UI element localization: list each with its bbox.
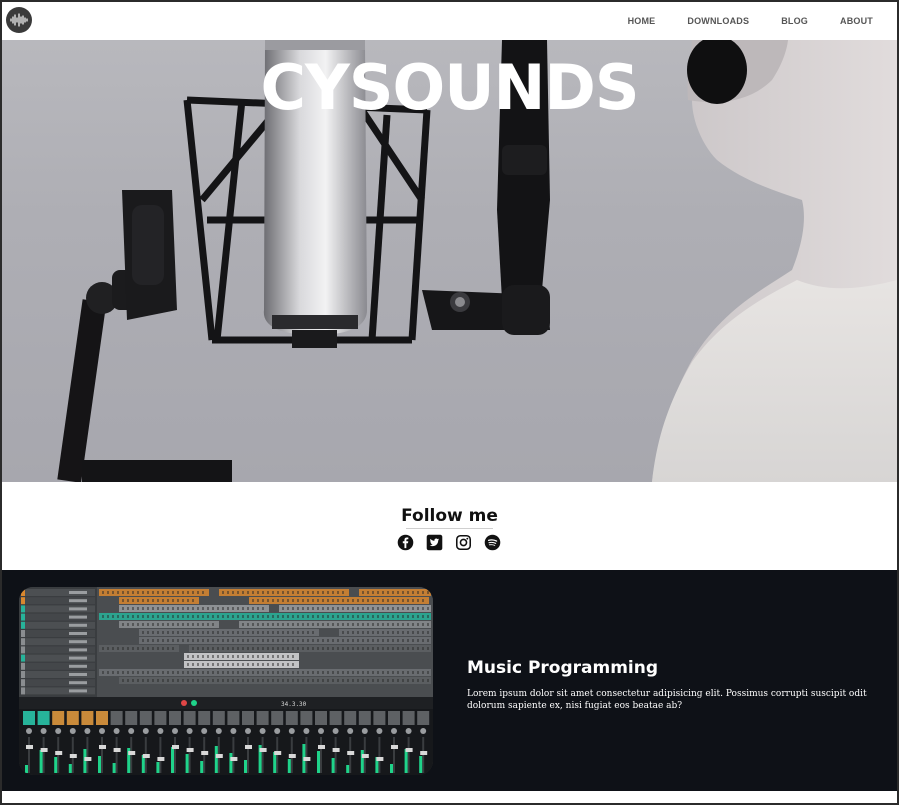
music-description: Lorem ipsum dolor sit amet consectetur a… <box>467 689 867 711</box>
nav-home-link[interactable]: HOME <box>628 16 656 26</box>
hero-banner: CYSOUNDS <box>2 40 897 482</box>
instagram-icon[interactable] <box>455 534 472 551</box>
nav-blog-link[interactable]: BLOG <box>781 16 808 26</box>
music-title: Music Programming <box>467 658 659 678</box>
spotify-icon[interactable] <box>484 534 501 551</box>
nav-links: HOME DOWNLOADS BLOG ABOUT <box>628 2 873 40</box>
follow-title-underline <box>406 528 493 529</box>
music-programming-section: 34.3.30 Music Programming Lorem ipsum do… <box>2 570 897 791</box>
hero-title: CYSOUNDS <box>260 51 639 124</box>
bottom-strip <box>2 791 897 803</box>
daw-screenshot: 34.3.30 <box>19 587 433 775</box>
twitter-icon[interactable] <box>426 534 443 551</box>
nav-downloads-link[interactable]: DOWNLOADS <box>687 16 749 26</box>
daw-timecode: 34.3.30 <box>281 701 307 708</box>
social-icons <box>397 534 501 551</box>
page: HOME DOWNLOADS BLOG ABOUT CYSOUNDS Follo… <box>2 2 897 803</box>
soundwave-logo-icon[interactable] <box>6 7 32 33</box>
follow-section: Follow me <box>2 482 897 570</box>
nav-about-link[interactable]: ABOUT <box>840 16 873 26</box>
navbar: HOME DOWNLOADS BLOG ABOUT <box>2 2 897 40</box>
follow-title: Follow me <box>401 506 498 526</box>
facebook-icon[interactable] <box>397 534 414 551</box>
